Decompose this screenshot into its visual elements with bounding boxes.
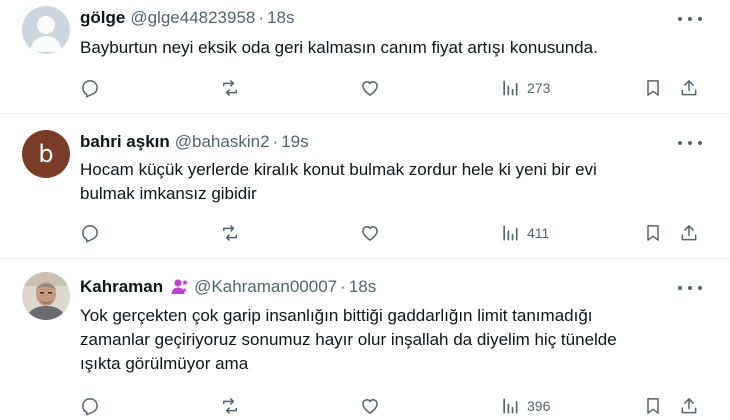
tweet-text: Yok gerçekten çok garip insanlığın bitti… (80, 304, 680, 376)
display-name[interactable]: Kahraman (80, 277, 163, 297)
bookmark-button[interactable] (643, 221, 663, 245)
share-icon (681, 80, 697, 96)
more-icon[interactable] (678, 283, 702, 293)
action-bar: 411 (0, 221, 730, 245)
timestamp[interactable]: 18s (349, 277, 376, 297)
bookmark-button[interactable] (643, 394, 663, 418)
views-icon (503, 398, 518, 414)
tweet-text: Bayburtun neyi eksik oda geri kalmasın c… (80, 36, 680, 60)
views-button[interactable]: 273 (500, 76, 550, 100)
avatar[interactable] (22, 272, 70, 320)
display-name[interactable]: bahri aşkın (80, 132, 170, 152)
user-handle[interactable]: @glge44823958 (130, 8, 255, 28)
avatar[interactable]: b (22, 130, 70, 178)
share-button[interactable] (679, 394, 699, 418)
action-bar: 396 (0, 394, 730, 418)
profile-photo-icon (22, 272, 70, 320)
action-bar: 273 (0, 76, 730, 100)
share-icon (681, 225, 697, 241)
tweet-text-line: Bayburtun neyi eksik oda geri kalmasın c… (80, 38, 598, 57)
default-avatar-icon (30, 16, 62, 52)
bookmark-icon (647, 225, 659, 241)
tweet-text-line: zamanlar geçiriyoruz sonumuz hayır olur … (80, 330, 617, 349)
reply-button[interactable] (80, 394, 100, 418)
bookmark-button[interactable] (643, 76, 663, 100)
views-count: 411 (527, 225, 550, 241)
tweet-text: Hocam küçük yerlerde kiralık konut bulma… (80, 158, 680, 206)
user-handle[interactable]: @Kahraman00007 (194, 277, 337, 297)
views-button[interactable]: 411 (500, 221, 549, 245)
repost-icon (223, 398, 237, 414)
reply-icon (82, 398, 98, 416)
tweet-text-line: Hocam küçük yerlerde kiralık konut bulma… (80, 160, 597, 179)
avatar-letter: b (38, 140, 54, 168)
bookmark-icon (647, 398, 659, 414)
share-button[interactable] (679, 76, 699, 100)
repost-button[interactable] (220, 76, 240, 100)
repost-icon (223, 80, 237, 96)
person-badge-icon (169, 277, 189, 297)
views-button[interactable]: 396 (500, 394, 550, 418)
views-icon (503, 225, 518, 241)
user-handle[interactable]: @bahaskin2 (175, 132, 270, 152)
like-button[interactable] (360, 221, 380, 245)
timestamp[interactable]: 19s (281, 132, 308, 152)
tweet-text-line: ışıkta görülmüyor ama (80, 354, 249, 373)
tweet-text-line: bulmak imkansız gibidir (80, 184, 257, 203)
like-button[interactable] (360, 76, 380, 100)
repost-button[interactable] (220, 221, 240, 245)
reply-button[interactable] (80, 76, 100, 100)
reply-icon (82, 225, 98, 243)
repost-icon (223, 225, 237, 241)
more-icon[interactable] (678, 14, 702, 24)
tweet-text-line: Yok gerçekten çok garip insanlığın bitti… (80, 306, 593, 325)
timestamp[interactable]: 18s (267, 8, 294, 28)
separator-dot: · (272, 132, 279, 151)
repost-button[interactable] (220, 394, 240, 418)
avatar[interactable] (22, 6, 70, 54)
reply-icon (82, 80, 98, 98)
display-name[interactable]: gölge (80, 8, 125, 28)
separator-dot: · (340, 277, 346, 296)
heart-icon (362, 81, 378, 96)
heart-icon (362, 226, 378, 241)
divider (0, 113, 730, 114)
views-count: 273 (527, 80, 551, 96)
like-button[interactable] (360, 394, 380, 418)
reply-button[interactable] (80, 221, 100, 245)
heart-icon (362, 399, 378, 414)
separator-dot: · (258, 8, 265, 27)
views-count: 396 (527, 398, 551, 414)
share-icon (681, 398, 697, 414)
bookmark-icon (647, 80, 659, 96)
more-icon[interactable] (678, 138, 702, 148)
views-icon (503, 80, 518, 96)
share-button[interactable] (679, 221, 699, 245)
divider (0, 258, 730, 259)
